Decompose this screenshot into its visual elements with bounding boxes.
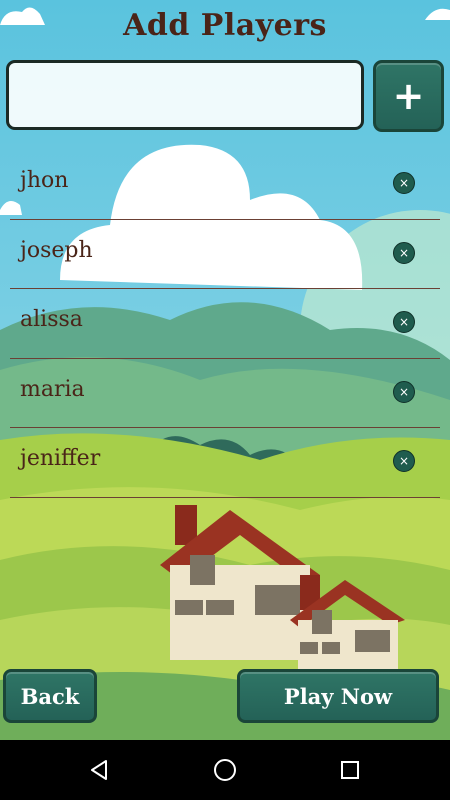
list-item: jeniffer × — [10, 428, 440, 498]
list-item: joseph × — [10, 220, 440, 289]
remove-player-icon[interactable]: × — [393, 241, 415, 264]
system-nav-bar — [0, 740, 450, 800]
list-item: alissa × — [10, 289, 440, 359]
player-name-input[interactable] — [6, 60, 364, 130]
player-name: jeniffer — [20, 446, 101, 471]
remove-player-icon[interactable]: × — [393, 311, 415, 333]
remove-player-icon[interactable]: × — [393, 380, 415, 403]
player-name: maria — [20, 376, 85, 402]
player-name: joseph — [20, 237, 93, 263]
remove-player-icon[interactable]: × — [393, 450, 415, 472]
plus-icon: + — [392, 74, 425, 118]
player-list: jhon × joseph × alissa × maria × jeniffe… — [10, 150, 440, 498]
app-screen: Add Players + jhon × joseph × alissa × m… — [0, 0, 450, 740]
back-button[interactable]: Back — [3, 669, 97, 723]
back-triangle-icon[interactable] — [69, 740, 129, 800]
recents-square-icon[interactable] — [320, 740, 380, 800]
play-now-button[interactable]: Play Now — [237, 669, 439, 723]
page-title: Add Players — [123, 8, 327, 43]
add-player-button[interactable]: + — [373, 60, 444, 132]
player-name: jhon — [20, 168, 69, 193]
player-name: alissa — [20, 307, 83, 332]
home-circle-icon[interactable] — [195, 740, 255, 800]
remove-player-icon[interactable]: × — [393, 172, 415, 194]
list-item: maria × — [10, 359, 440, 428]
list-item: jhon × — [10, 150, 440, 220]
